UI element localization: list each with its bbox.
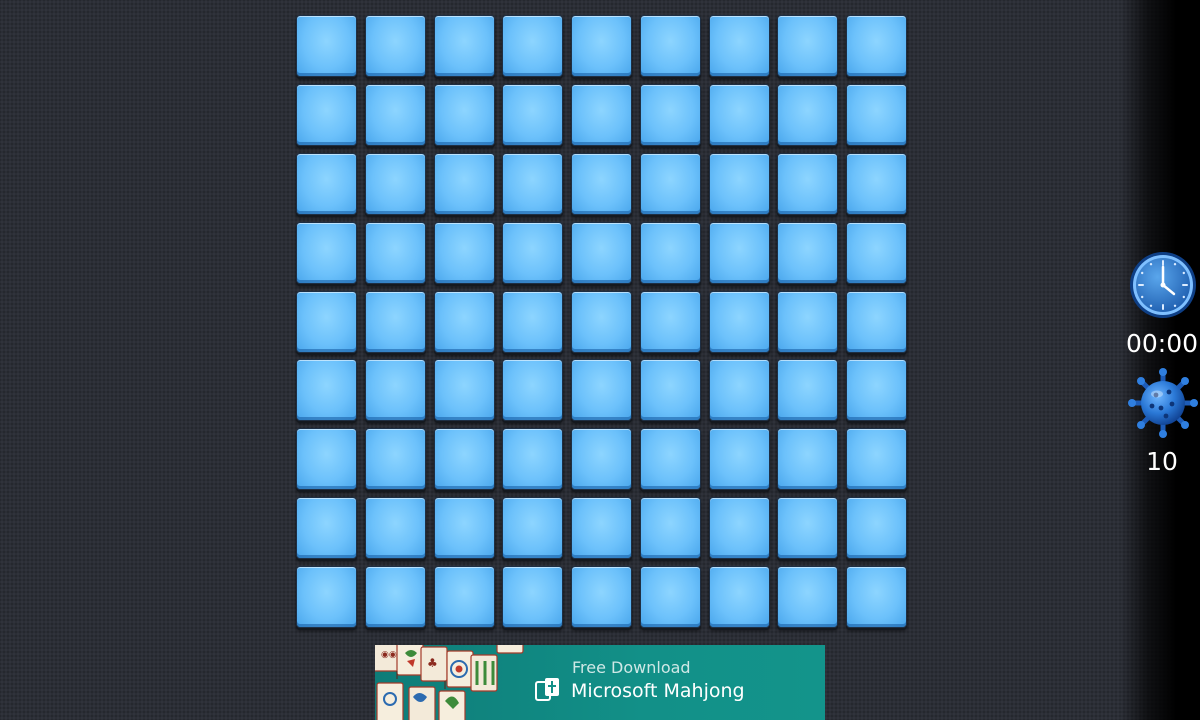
minefield-tile[interactable] bbox=[708, 15, 770, 77]
minefield-tile[interactable] bbox=[364, 83, 426, 146]
minefield-tile[interactable] bbox=[639, 359, 701, 422]
minefield-tile[interactable] bbox=[708, 428, 770, 491]
minefield-tile[interactable] bbox=[639, 152, 701, 215]
minefield-tile[interactable] bbox=[571, 83, 632, 146]
minefield-tile[interactable] bbox=[296, 359, 357, 422]
minefield-tile[interactable] bbox=[571, 290, 632, 353]
clock-icon bbox=[1130, 252, 1196, 318]
minefield-tile[interactable] bbox=[296, 290, 357, 353]
minefield-tile[interactable] bbox=[777, 290, 839, 353]
minefield-tile[interactable] bbox=[364, 15, 426, 77]
minefield-tile[interactable] bbox=[777, 428, 839, 491]
minefield-tile[interactable] bbox=[571, 428, 632, 491]
minefield-tile[interactable] bbox=[364, 290, 426, 353]
minefield-tile[interactable] bbox=[708, 290, 770, 353]
minefield-tile[interactable] bbox=[846, 359, 907, 422]
mahjong-tiles-image: ◉◉ ♣ bbox=[375, 645, 524, 720]
minefield-tile[interactable] bbox=[364, 566, 426, 628]
minefield-tile[interactable] bbox=[846, 83, 907, 146]
minefield-tile[interactable] bbox=[846, 566, 907, 628]
minefield-tile[interactable] bbox=[777, 221, 839, 284]
minefield-tile[interactable] bbox=[846, 15, 907, 77]
minefield-tile[interactable] bbox=[502, 290, 564, 353]
ad-title: Microsoft Mahjong bbox=[571, 680, 745, 702]
minefield-tile[interactable] bbox=[639, 15, 701, 77]
minefield-tile[interactable] bbox=[296, 428, 357, 491]
minefield-tile[interactable] bbox=[571, 497, 632, 560]
minefield-tile[interactable] bbox=[777, 359, 839, 422]
svg-text:◉◉: ◉◉ bbox=[381, 650, 397, 660]
ad-banner-mahjong[interactable]: ◉◉ ♣ Free Download Microsoft Mahjong bbox=[375, 645, 825, 720]
ad-subtitle: Free Download bbox=[572, 658, 691, 677]
minefield-tile[interactable] bbox=[502, 221, 564, 284]
minefield-tile[interactable] bbox=[571, 15, 632, 77]
minefield-tile[interactable] bbox=[846, 290, 907, 353]
minefield-tile[interactable] bbox=[846, 497, 907, 560]
minefield-tile[interactable] bbox=[364, 428, 426, 491]
minefield-tile[interactable] bbox=[296, 497, 357, 560]
minefield-tile[interactable] bbox=[639, 221, 701, 284]
minefield-tile[interactable] bbox=[708, 152, 770, 215]
minefield-tile[interactable] bbox=[639, 290, 701, 353]
minefield-tile[interactable] bbox=[777, 83, 839, 146]
minefield-tile[interactable] bbox=[296, 221, 357, 284]
minefield-tile[interactable] bbox=[364, 152, 426, 215]
minefield-tile[interactable] bbox=[296, 83, 357, 146]
minefield-tile[interactable] bbox=[571, 359, 632, 422]
minefield-tile[interactable] bbox=[502, 566, 564, 628]
mahjong-logo-icon bbox=[535, 678, 559, 701]
minefield-tile[interactable] bbox=[846, 152, 907, 215]
minefield-tile[interactable] bbox=[777, 152, 839, 215]
minefield-tile[interactable] bbox=[433, 83, 495, 146]
minefield-tile[interactable] bbox=[433, 497, 495, 560]
mine-icon bbox=[1128, 368, 1198, 438]
minefield-tile[interactable] bbox=[502, 152, 564, 215]
minefield-grid bbox=[296, 15, 907, 628]
minefield-tile[interactable] bbox=[296, 15, 357, 77]
timer-display: 00:00 bbox=[1125, 329, 1199, 358]
minefield-tile[interactable] bbox=[433, 566, 495, 628]
minefield-tile[interactable] bbox=[502, 15, 564, 77]
mine-counter: 10 bbox=[1146, 447, 1178, 476]
minefield-tile[interactable] bbox=[433, 428, 495, 491]
minefield-tile[interactable] bbox=[639, 428, 701, 491]
minefield-tile[interactable] bbox=[433, 221, 495, 284]
minefield-tile[interactable] bbox=[502, 428, 564, 491]
minefield-tile[interactable] bbox=[571, 566, 632, 628]
minefield-tile[interactable] bbox=[639, 83, 701, 146]
minefield-tile[interactable] bbox=[777, 566, 839, 628]
minefield-tile[interactable] bbox=[433, 15, 495, 77]
minefield-tile[interactable] bbox=[639, 497, 701, 560]
minefield-tile[interactable] bbox=[708, 497, 770, 560]
minefield-tile[interactable] bbox=[296, 152, 357, 215]
minefield-tile[interactable] bbox=[708, 359, 770, 422]
minefield-tile[interactable] bbox=[502, 497, 564, 560]
minefield-tile[interactable] bbox=[364, 359, 426, 422]
status-sidebar bbox=[1120, 0, 1200, 720]
svg-text:♣: ♣ bbox=[427, 656, 438, 670]
minefield-tile[interactable] bbox=[846, 221, 907, 284]
minefield-tile[interactable] bbox=[364, 497, 426, 560]
minefield-tile[interactable] bbox=[571, 152, 632, 215]
minefield-tile[interactable] bbox=[708, 83, 770, 146]
minefield-tile[interactable] bbox=[777, 15, 839, 77]
minefield-tile[interactable] bbox=[708, 566, 770, 628]
minefield-tile[interactable] bbox=[433, 359, 495, 422]
minefield-tile[interactable] bbox=[433, 152, 495, 215]
minefield-tile[interactable] bbox=[502, 359, 564, 422]
minefield-tile[interactable] bbox=[502, 83, 564, 146]
minefield-tile[interactable] bbox=[639, 566, 701, 628]
minefield-tile[interactable] bbox=[777, 497, 839, 560]
minefield-tile[interactable] bbox=[364, 221, 426, 284]
minefield-tile[interactable] bbox=[571, 221, 632, 284]
minefield-tile[interactable] bbox=[433, 290, 495, 353]
minefield-tile[interactable] bbox=[708, 221, 770, 284]
minefield-tile[interactable] bbox=[296, 566, 357, 628]
minefield-tile[interactable] bbox=[846, 428, 907, 491]
